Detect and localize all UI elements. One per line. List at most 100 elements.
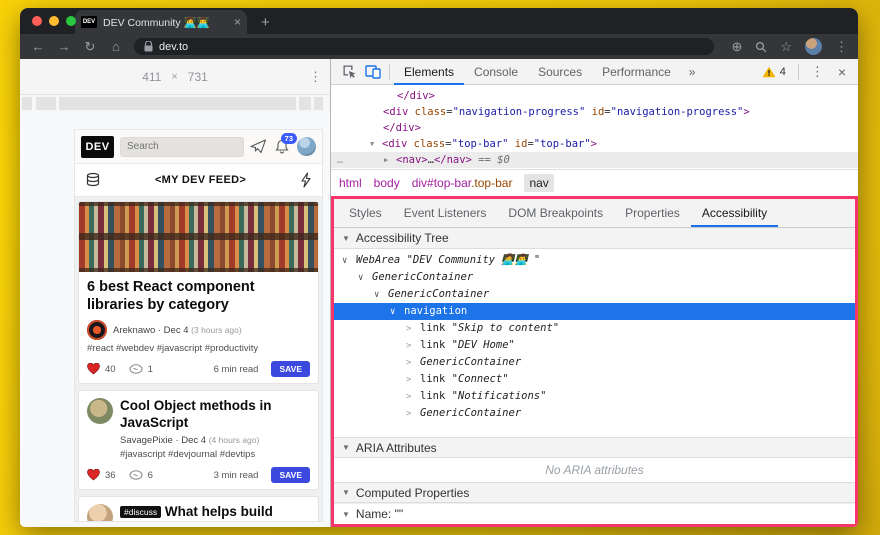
article-tags[interactable]: #react #webdev #javascript #productivity	[87, 343, 310, 354]
a11y-tree-node[interactable]: ∨GenericContainer	[334, 269, 855, 286]
a11y-tree-node[interactable]: >link "Connect"	[334, 371, 855, 388]
author-avatar[interactable]	[87, 398, 113, 424]
zoom-window-button[interactable]	[66, 16, 76, 26]
expand-arrow-icon[interactable]: >	[406, 355, 420, 372]
code-line[interactable]: </div>	[331, 88, 858, 104]
collapse-arrow-icon[interactable]: ∨	[390, 304, 404, 321]
panel-tab-accessibility[interactable]: Accessibility	[691, 199, 778, 227]
a11y-tree-node[interactable]: ∨navigation	[334, 303, 855, 320]
notifications-bell-icon[interactable]: 73	[275, 139, 289, 154]
dev-logo[interactable]: DEV	[81, 136, 114, 158]
collapse-arrow-icon[interactable]: ∨	[374, 287, 388, 304]
breadcrumb-item-html[interactable]: html	[339, 176, 362, 190]
a11y-tree-node[interactable]: >GenericContainer	[334, 354, 855, 371]
article-tags[interactable]: #javascript #devjournal #devtips	[120, 449, 310, 460]
breadcrumb-item-div-top-bar[interactable]: div#top-bar.top-bar	[412, 176, 513, 190]
new-tab-button[interactable]: +	[261, 12, 270, 34]
author-avatar[interactable]	[87, 504, 113, 521]
browser-tab[interactable]: DEV DEV Community 👩‍💻👨‍💻 ×	[75, 10, 247, 34]
reading-list-icon[interactable]	[85, 172, 101, 188]
zoom-page-icon[interactable]: ⊕	[731, 39, 742, 55]
site-search-input[interactable]	[120, 137, 244, 157]
media-query-segment[interactable]	[314, 97, 323, 110]
address-bar[interactable]: dev.to	[134, 38, 714, 55]
home-icon[interactable]: ⌂	[108, 39, 124, 54]
devtools-tab-performance[interactable]: Performance	[592, 59, 681, 85]
computed-properties-section-header[interactable]: ▼ Computed Properties	[334, 482, 855, 503]
expand-arrow-icon[interactable]: ▶	[384, 152, 396, 168]
device-toolbar-menu-icon[interactable]: ⋮	[309, 69, 322, 85]
devtools-close-icon[interactable]: ×	[832, 64, 852, 80]
a11y-tree-node[interactable]: >link "Skip to content"	[334, 320, 855, 337]
a11y-tree-node[interactable]: >link "DEV Home"	[334, 337, 855, 354]
search-icon[interactable]	[755, 41, 767, 53]
article-title[interactable]: Cool Object methods in JavaScript	[120, 398, 310, 431]
expand-arrow-icon[interactable]: >	[406, 338, 420, 355]
collapse-arrow-icon[interactable]: ∨	[358, 270, 372, 287]
media-query-segment[interactable]	[36, 97, 56, 110]
expand-arrow-icon[interactable]: >	[406, 372, 420, 389]
collapse-arrow-icon[interactable]: ∨	[342, 253, 356, 270]
panel-tab-properties[interactable]: Properties	[614, 199, 691, 227]
comment-icon[interactable]	[129, 364, 143, 375]
expand-arrow-icon[interactable]: ▼	[370, 136, 382, 152]
heart-icon[interactable]	[87, 469, 100, 481]
comment-icon[interactable]	[129, 470, 143, 481]
aria-attributes-section-header[interactable]: ▼ ARIA Attributes	[334, 437, 855, 458]
panel-tab-styles[interactable]: Styles	[338, 199, 393, 227]
media-query-segment[interactable]	[22, 97, 32, 110]
a11y-tree-node[interactable]: >GenericContainer	[334, 405, 855, 422]
heart-icon[interactable]	[87, 363, 100, 375]
author-avatar[interactable]	[87, 320, 107, 340]
article-card[interactable]: #discuss What helps build developer conf…	[78, 496, 319, 521]
breadcrumb-item-nav[interactable]: nav	[524, 174, 553, 192]
discuss-tag-badge[interactable]: #discuss	[120, 506, 161, 518]
panel-tab-event-listeners[interactable]: Event Listeners	[393, 199, 498, 227]
forward-icon[interactable]: →	[56, 39, 72, 54]
article-title[interactable]: 6 best React component libraries by cate…	[87, 279, 310, 314]
site-user-avatar[interactable]	[297, 137, 316, 156]
article-card[interactable]: Cool Object methods in JavaScript Savage…	[78, 390, 319, 490]
expand-arrow-icon[interactable]: >	[406, 389, 420, 406]
reload-icon[interactable]: ↻	[82, 39, 98, 55]
save-button[interactable]: SAVE	[271, 361, 310, 377]
minimize-window-button[interactable]	[49, 16, 59, 26]
a11y-tree-node[interactable]: ∨GenericContainer	[334, 286, 855, 303]
more-tabs-icon[interactable]: »	[681, 65, 704, 79]
devtools-tab-sources[interactable]: Sources	[528, 59, 592, 85]
expand-arrow-icon[interactable]: >	[406, 406, 420, 423]
a11y-tree-node[interactable]: ∨WebArea "DEV Community 👩‍💻👨‍💻 "	[334, 252, 855, 269]
bookmark-star-icon[interactable]: ☆	[780, 39, 792, 55]
media-query-segment[interactable]	[59, 97, 296, 110]
comment-count: 6	[148, 470, 153, 481]
media-query-bar[interactable]	[20, 95, 330, 112]
save-button[interactable]: SAVE	[271, 467, 310, 483]
accessibility-tree-section-header[interactable]: ▼ Accessibility Tree	[334, 228, 855, 249]
devtools-menu-icon[interactable]: ⋮	[805, 64, 830, 80]
device-height-value[interactable]: 731	[188, 70, 208, 84]
back-icon[interactable]: ←	[30, 39, 46, 54]
warnings-indicator[interactable]: 4	[756, 66, 792, 78]
lightning-icon[interactable]	[300, 172, 312, 188]
toggle-device-toolbar-icon[interactable]	[361, 60, 385, 84]
computed-name-row[interactable]: ▼ Name: ""	[334, 503, 855, 524]
chrome-menu-icon[interactable]: ⋮	[835, 39, 848, 55]
close-window-button[interactable]	[32, 16, 42, 26]
devtools-tab-elements[interactable]: Elements	[394, 59, 464, 85]
code-line[interactable]: <div class="navigation-progress" id="nav…	[331, 104, 858, 120]
article-card[interactable]: 6 best React component libraries by cate…	[78, 201, 319, 384]
code-line[interactable]: ▼<div class="top-bar" id="top-bar">	[331, 136, 858, 152]
device-width-value[interactable]: 411	[142, 70, 161, 84]
a11y-tree-node[interactable]: >link "Notifications"	[334, 388, 855, 405]
tab-close-icon[interactable]: ×	[234, 15, 241, 29]
devtools-tab-console[interactable]: Console	[464, 59, 528, 85]
panel-tab-dom-breakpoints[interactable]: DOM Breakpoints	[497, 199, 614, 227]
code-line[interactable]: …▶<nav>…</nav> == $0	[331, 152, 858, 168]
expand-arrow-icon[interactable]: >	[406, 321, 420, 338]
code-line[interactable]: </div>	[331, 120, 858, 136]
profile-avatar[interactable]	[805, 38, 822, 55]
breadcrumb-item-body[interactable]: body	[374, 176, 400, 190]
inspect-element-icon[interactable]	[337, 60, 361, 84]
connect-paper-plane-icon[interactable]	[250, 139, 267, 154]
media-query-segment[interactable]	[299, 97, 311, 110]
